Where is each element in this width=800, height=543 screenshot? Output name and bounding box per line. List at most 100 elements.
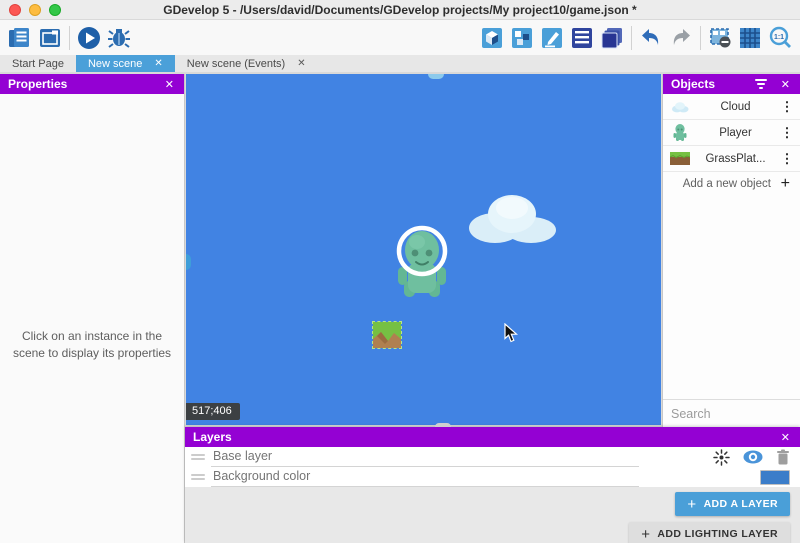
grid-icon [737, 25, 763, 51]
open-objects-editor-button[interactable] [477, 23, 507, 53]
splitter-handle-left[interactable] [186, 254, 191, 270]
layer-name-field[interactable]: Base layer [211, 447, 639, 467]
tab-label: Start Page [12, 58, 64, 70]
close-tab-icon[interactable]: ✕ [154, 58, 162, 69]
objects-panel-header: Objects ✕ [663, 74, 800, 94]
add-layer-label: ADD A LAYER [704, 498, 778, 510]
cursor-coordinates-badge: 517;406 [186, 403, 240, 420]
project-manager-icon [7, 25, 33, 51]
properties-panel: Properties ✕ Click on an instance in the… [0, 74, 185, 543]
tab-label: New scene [88, 58, 142, 70]
grass-platform-instance[interactable] [373, 322, 401, 348]
splitter-handle-top[interactable] [428, 74, 444, 79]
instances-list-icon [569, 25, 595, 51]
zoom-window-button[interactable] [49, 4, 61, 16]
debug-button[interactable] [104, 23, 134, 53]
play-icon [76, 25, 102, 51]
object-row-player[interactable]: Player ⋮ [663, 120, 800, 146]
object-name: Cloud [691, 101, 780, 113]
window-mask-icon [707, 25, 733, 51]
object-menu-icon[interactable]: ⋮ [780, 128, 794, 138]
object-name: Player [691, 127, 780, 139]
open-properties-panel-button[interactable] [537, 23, 567, 53]
minimize-window-button[interactable] [29, 4, 41, 16]
gdevelop-window: GDevelop 5 - /Users/david/Documents/GDev… [0, 0, 800, 543]
window-controls [9, 4, 61, 16]
layers-panel: Layers ✕ Base layer [185, 427, 800, 543]
tab-label: New scene (Events) [187, 58, 285, 70]
layer-row-base[interactable]: Base layer [185, 447, 800, 467]
titlebar: GDevelop 5 - /Users/david/Documents/GDev… [0, 0, 800, 20]
add-layer-button[interactable]: + ADD A LAYER [675, 492, 790, 516]
add-object-label: Add a new object [673, 178, 781, 190]
layer-visibility-eye-icon[interactable] [743, 450, 763, 464]
grass-platform-thumbnail-icon [669, 152, 691, 165]
layer-row-background-color[interactable]: Background color [185, 467, 800, 487]
project-manager-button[interactable] [5, 23, 35, 53]
window-icon [37, 25, 63, 51]
cloud-thumbnail-icon [669, 101, 691, 113]
toolbar-separator [631, 26, 632, 50]
cloud-instance[interactable] [465, 190, 559, 244]
tab-bar: Start Page New scene ✕ New scene (Events… [0, 55, 800, 72]
add-lighting-layer-label: ADD LIGHTING LAYER [657, 528, 778, 540]
close-panel-icon[interactable]: ✕ [779, 78, 792, 91]
properties-empty-message: Click on an instance in the scene to dis… [0, 94, 184, 543]
scene-editor-canvas[interactable]: 517;406 [186, 74, 661, 425]
add-lighting-layer-button[interactable]: + ADD LIGHTING LAYER [629, 522, 790, 543]
close-tab-icon[interactable]: ✕ [297, 58, 305, 69]
panel-title: Layers [193, 430, 232, 444]
main-area: Properties ✕ Click on an instance in the… [0, 72, 800, 543]
toolbar: 1:1 [0, 20, 800, 55]
edit-properties-icon [539, 25, 565, 51]
panel-title: Properties [8, 77, 67, 91]
zoom-options-button[interactable]: 1:1 [765, 23, 795, 53]
toggle-grid-button[interactable] [735, 23, 765, 53]
close-panel-icon[interactable]: ✕ [163, 78, 176, 91]
close-panel-icon[interactable]: ✕ [779, 431, 792, 444]
objects-editor-icon [479, 25, 505, 51]
svg-text:1:1: 1:1 [774, 34, 784, 41]
object-menu-icon[interactable]: ⋮ [780, 154, 794, 164]
add-object-row[interactable]: Add a new object + [663, 172, 800, 196]
start-page-button[interactable] [35, 23, 65, 53]
player-instance[interactable] [396, 225, 452, 301]
open-object-groups-button[interactable] [507, 23, 537, 53]
object-row-cloud[interactable]: Cloud ⋮ [663, 94, 800, 120]
layer-name-field[interactable]: Background color [211, 467, 639, 487]
properties-panel-header: Properties ✕ [0, 74, 184, 94]
panel-title: Objects [671, 77, 715, 91]
layer-effects-icon[interactable] [713, 449, 730, 466]
tab-start-page[interactable]: Start Page [0, 55, 76, 72]
zoom-1-1-icon: 1:1 [767, 25, 793, 51]
background-color-swatch[interactable] [760, 470, 790, 485]
tab-new-scene[interactable]: New scene ✕ [76, 55, 175, 72]
undo-button[interactable] [636, 23, 666, 53]
bug-icon [106, 25, 132, 51]
filter-icon[interactable] [755, 77, 767, 91]
drag-handle-icon[interactable] [191, 472, 205, 482]
tab-new-scene-events[interactable]: New scene (Events) ✕ [175, 55, 318, 72]
redo-button[interactable] [666, 23, 696, 53]
open-instances-list-button[interactable] [567, 23, 597, 53]
preview-button[interactable] [74, 23, 104, 53]
drag-handle-icon[interactable] [191, 452, 205, 462]
object-groups-icon [509, 25, 535, 51]
object-name: GrassPlat... [691, 153, 780, 165]
player-thumbnail-icon [669, 124, 691, 142]
object-row-grassplatform[interactable]: GrassPlat... ⋮ [663, 146, 800, 172]
layers-editor-icon [599, 25, 625, 51]
delete-layer-trash-icon[interactable] [776, 449, 790, 465]
object-search-input[interactable] [671, 407, 800, 421]
window-title: GDevelop 5 - /Users/david/Documents/GDev… [163, 3, 636, 17]
objects-panel: Objects ✕ Cloud ⋮ Player ⋮ [662, 74, 800, 427]
mouse-cursor [504, 323, 518, 343]
splitter-handle-layers[interactable] [435, 423, 451, 427]
toggle-mask-button[interactable] [705, 23, 735, 53]
undo-icon [638, 25, 664, 51]
object-menu-icon[interactable]: ⋮ [780, 102, 794, 112]
close-window-button[interactable] [9, 4, 21, 16]
open-layers-editor-button[interactable] [597, 23, 627, 53]
plus-icon: + [641, 526, 650, 543]
plus-icon: + [687, 496, 696, 513]
